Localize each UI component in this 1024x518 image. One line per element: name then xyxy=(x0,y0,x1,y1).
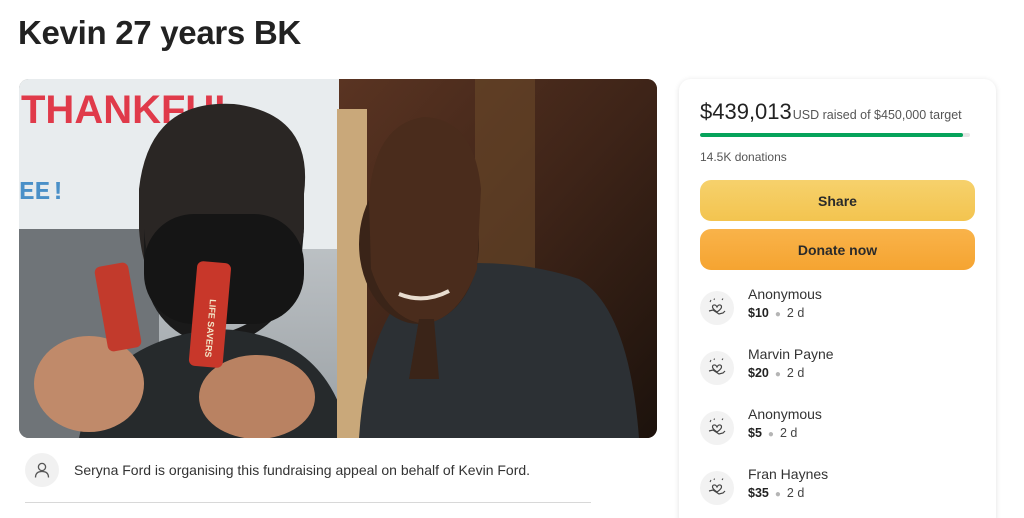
donor-meta: $35 ● 2 d xyxy=(748,486,805,500)
donor-amount: $10 xyxy=(748,306,769,320)
donor-time: 2 d xyxy=(786,306,805,320)
raised-target: USD raised of $450,000 target xyxy=(792,108,962,122)
donor-meta: $20 ● 2 d xyxy=(748,366,805,380)
user-icon xyxy=(25,453,59,487)
progress-fill xyxy=(700,133,964,137)
donor-name: Anonymous xyxy=(748,286,822,302)
donor-name: Fran Haynes xyxy=(748,466,829,482)
photo-sign-text-small: EE! xyxy=(19,177,66,207)
donor-amount: $5 xyxy=(748,426,762,440)
donor-name: Anonymous xyxy=(748,406,822,422)
donor-item: Fran Haynes $35 ● 2 d xyxy=(700,465,975,507)
heart-hand-icon xyxy=(700,291,734,325)
raised-summary: $439,013USD raised of $450,000 target xyxy=(700,99,962,125)
donor-amount: $20 xyxy=(748,366,769,380)
donations-count[interactable]: 14.5K donations xyxy=(700,150,787,164)
share-button[interactable]: Share xyxy=(700,180,975,221)
heart-hand-icon xyxy=(700,411,734,445)
donor-item: Anonymous $10 ● 2 d xyxy=(700,285,975,327)
organiser-row: Seryna Ford is organising this fundraisi… xyxy=(25,453,591,503)
campaign-photo[interactable]: THANKFUL EE! LIFE SAVERS xyxy=(19,79,657,438)
donor-amount: $35 xyxy=(748,486,769,500)
donation-card: $439,013USD raised of $450,000 target 14… xyxy=(679,79,996,518)
raised-amount: $439,013 xyxy=(700,99,792,124)
donor-meta: $5 ● 2 d xyxy=(748,426,798,440)
donor-meta: $10 ● 2 d xyxy=(748,306,805,320)
progress-bar xyxy=(700,133,970,137)
donor-name: Marvin Payne xyxy=(748,346,834,362)
donor-time: 2 d xyxy=(779,426,798,440)
heart-hand-icon xyxy=(700,351,734,385)
donor-item: Marvin Payne $20 ● 2 d xyxy=(700,345,975,387)
donate-now-button[interactable]: Donate now xyxy=(700,229,975,270)
donor-item: Anonymous $5 ● 2 d xyxy=(700,405,975,447)
page-title: Kevin 27 years BK xyxy=(18,14,301,51)
donor-time: 2 d xyxy=(786,366,805,380)
organiser-text: Seryna Ford is organising this fundraisi… xyxy=(74,462,531,478)
donor-time: 2 d xyxy=(786,486,805,500)
heart-hand-icon xyxy=(700,471,734,505)
